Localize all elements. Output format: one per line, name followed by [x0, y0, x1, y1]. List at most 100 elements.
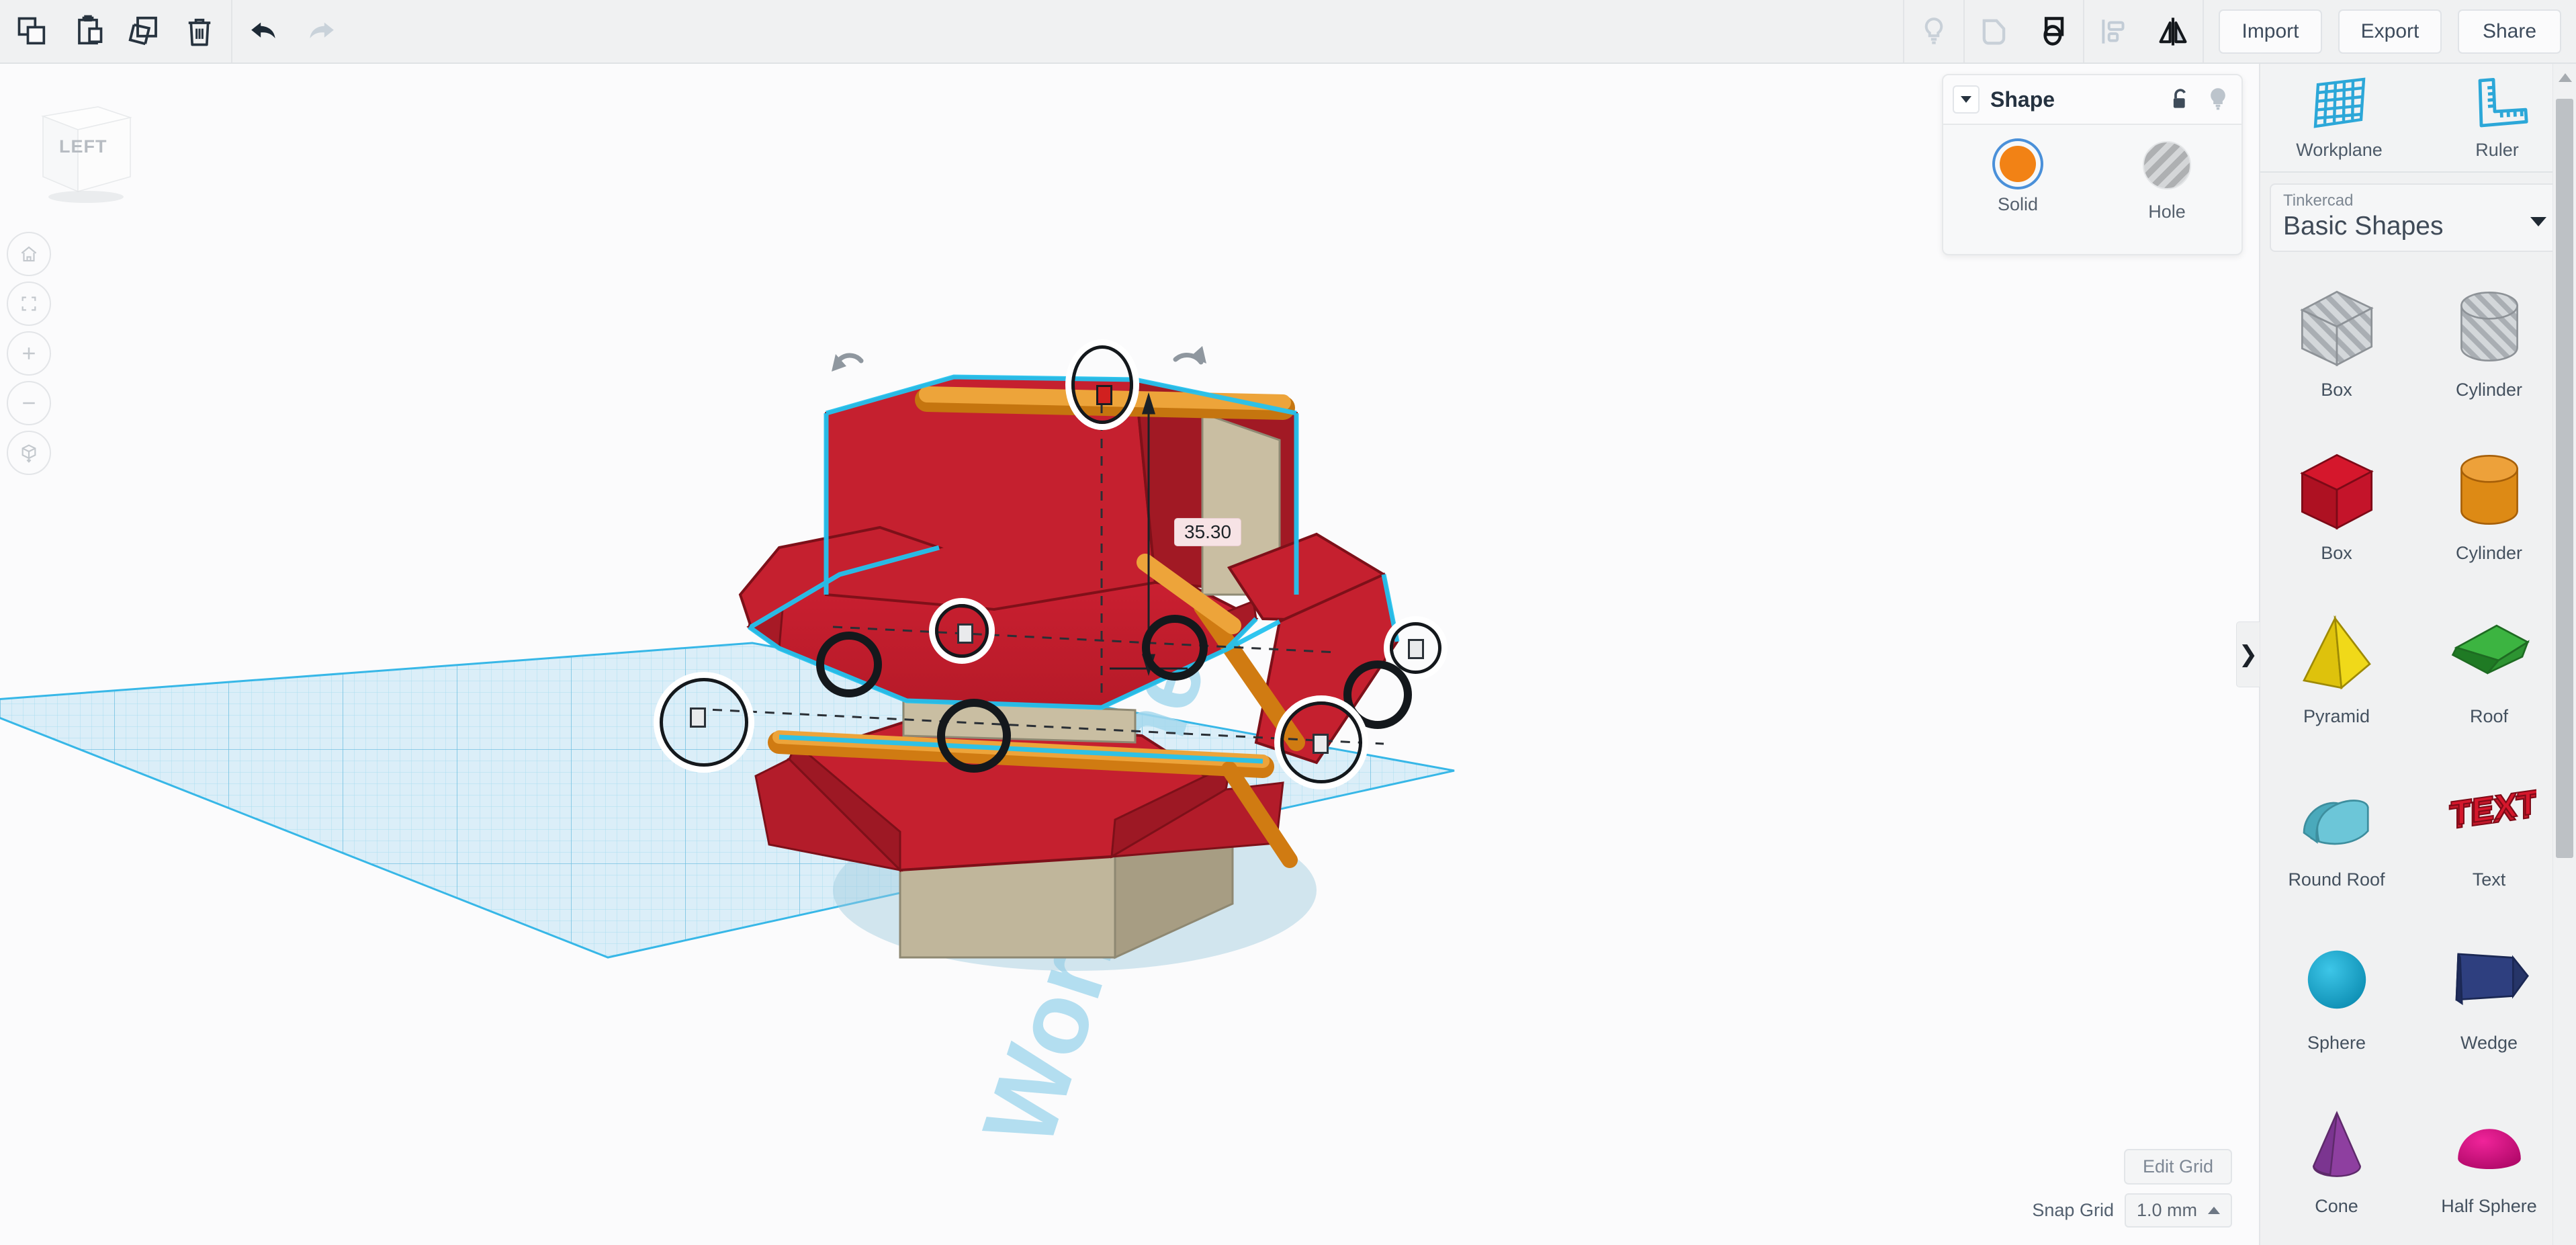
shape-label: Pyramid: [2303, 706, 2370, 726]
light-group: [1903, 0, 1963, 62]
shape-inspector-panel: Shape Solid Hole: [1942, 74, 2243, 255]
selection-axis-lines: [695, 386, 1384, 745]
shape-grid: Box Cylinder Box Cylinder Pyramid Roof R…: [2260, 259, 2566, 1245]
scale-handle-center-square[interactable]: [957, 624, 973, 644]
ortho-perspective-toggle[interactable]: [7, 431, 51, 475]
chevron-down-icon: [1961, 96, 1971, 103]
ungroup-button[interactable]: [2024, 0, 2083, 62]
export-button[interactable]: Export: [2338, 9, 2442, 54]
library-scrollbar[interactable]: [2552, 64, 2576, 1245]
group-button[interactable]: [1965, 0, 2024, 62]
shape-solid-option[interactable]: Solid: [1967, 141, 2068, 215]
align-button[interactable]: [2084, 0, 2143, 62]
shape-label: Box: [2321, 380, 2352, 400]
library-shape-roof[interactable]: Roof: [2413, 585, 2565, 748]
plus-icon: [23, 347, 35, 359]
snap-grid-label: Snap Grid: [2032, 1200, 2114, 1220]
shape-collection-select[interactable]: Tinkercad Basic Shapes: [2270, 183, 2567, 252]
wedge-icon: [2439, 929, 2540, 1030]
library-shape-half-sphere[interactable]: Half Sphere: [2413, 1075, 2565, 1238]
half-sphere-icon: [2439, 1092, 2540, 1193]
fit-to-view-button[interactable]: [7, 282, 51, 326]
library-shape-box[interactable]: Box: [2260, 422, 2413, 585]
zoom-out-button[interactable]: [7, 381, 51, 425]
library-shape-sphere[interactable]: Sphere: [2260, 912, 2413, 1075]
rotate-handles: [837, 353, 1204, 365]
paste-button[interactable]: [60, 0, 116, 62]
rotate-handle-right[interactable]: [1142, 615, 1208, 681]
library-shape-cylinder[interactable]: Cylinder: [2413, 422, 2565, 585]
ruler-tool-label: Ruler: [2475, 139, 2519, 160]
share-button[interactable]: Share: [2458, 9, 2561, 54]
workplane-tool[interactable]: Workplane: [2260, 64, 2418, 171]
library-shape-cone[interactable]: Cone: [2260, 1075, 2413, 1238]
library-tools-row: Workplane Ruler: [2260, 64, 2576, 173]
delete-button[interactable]: [171, 0, 227, 62]
cube-projection-icon: [21, 444, 36, 463]
shape-panel-collapse-button[interactable]: [1953, 85, 1980, 114]
snap-grid-value: 1.0 mm: [2136, 1200, 2197, 1220]
model-pagoda: [695, 346, 1400, 971]
scale-handle-right-edge-square[interactable]: [1408, 639, 1424, 659]
rotate-handle-left[interactable]: [816, 632, 882, 697]
edit-grid-button[interactable]: Edit Grid: [2123, 1149, 2232, 1185]
move-handle-far-left-square[interactable]: [690, 707, 706, 728]
shape-label: Wedge: [2460, 1033, 2518, 1053]
cylinder-icon: [2439, 439, 2540, 540]
text-shape-icon: TEXT TEXT: [2439, 766, 2540, 867]
scale-handle-top-square[interactable]: [1096, 385, 1112, 405]
workplane-tool-label: Workplane: [2296, 139, 2383, 160]
duplicate-button[interactable]: [116, 0, 171, 62]
scene-render: Workplane: [0, 346, 1455, 1159]
import-button[interactable]: Import: [2219, 9, 2322, 54]
copy-button[interactable]: [4, 0, 60, 62]
edit-tools-group: [0, 0, 232, 62]
scrollbar-thumb[interactable]: [2556, 99, 2573, 858]
library-collapse-tab[interactable]: ❯: [2236, 621, 2260, 687]
chevron-down-icon: [2530, 217, 2546, 226]
library-shape-round-roof[interactable]: Round Roof: [2260, 748, 2413, 912]
box-hole-icon: [2286, 276, 2387, 377]
tinkercad-editor: Import Export Share Workplane 35.30 LEFT…: [0, 0, 2576, 1245]
arrange-tools-group: [2083, 0, 2203, 62]
view-cube[interactable]: LEFT: [28, 97, 142, 205]
viewport-canvas[interactable]: Workplane 35.30 LEFT Edit Grid Snap Grid…: [0, 64, 2259, 1245]
solid-label: Solid: [1997, 194, 2039, 214]
shape-hole-option[interactable]: Hole: [2117, 141, 2217, 222]
library-shape-cylinder-hole[interactable]: Cylinder: [2413, 259, 2565, 422]
library-shape-partial[interactable]: [2260, 1238, 2413, 1245]
shape-light-button[interactable]: [2204, 85, 2232, 114]
library-shape-wedge[interactable]: Wedge: [2413, 912, 2565, 1075]
scale-handle-front-square[interactable]: [1313, 734, 1329, 754]
cone-icon: [2286, 1092, 2387, 1193]
rotate-handle-bottom[interactable]: [937, 699, 1011, 773]
round-roof-icon: [2286, 766, 2387, 867]
lightbulb-icon: [2211, 88, 2225, 110]
shape-label: Cylinder: [2455, 380, 2523, 400]
lock-toggle-button[interactable]: [2166, 85, 2194, 114]
redo-button: [292, 0, 348, 62]
scroll-up-arrow-icon[interactable]: [2559, 73, 2572, 82]
ruler-icon: [2478, 77, 2528, 127]
light-button[interactable]: [1904, 0, 1963, 62]
toolbar-right-group: Import Export Share: [1903, 0, 2576, 62]
shape-label: Text: [2472, 869, 2506, 890]
library-shape-box-hole[interactable]: Box: [2260, 259, 2413, 422]
view-cube-label: LEFT: [59, 136, 107, 157]
shape-label: Round Roof: [2288, 869, 2385, 890]
library-shape-pyramid[interactable]: Pyramid: [2260, 585, 2413, 748]
mirror-button[interactable]: [2143, 0, 2203, 62]
minus-icon: [23, 402, 35, 404]
chevron-right-icon: ❯: [2238, 642, 2258, 667]
undo-button[interactable]: [236, 0, 292, 62]
shape-panel-header: Shape: [1943, 75, 2241, 125]
snap-grid-select[interactable]: 1.0 mm: [2124, 1193, 2232, 1228]
zoom-in-button[interactable]: [7, 331, 51, 376]
library-shape-text[interactable]: TEXT TEXT Text: [2413, 748, 2565, 912]
pyramid-icon: [2286, 603, 2387, 703]
snap-grid-row: Snap Grid 1.0 mm: [2032, 1193, 2232, 1228]
home-view-button[interactable]: [7, 232, 51, 276]
box-icon: [2286, 439, 2387, 540]
cylinder-hole-icon: [2439, 276, 2540, 377]
file-actions-group: Import Export Share: [2203, 0, 2576, 62]
